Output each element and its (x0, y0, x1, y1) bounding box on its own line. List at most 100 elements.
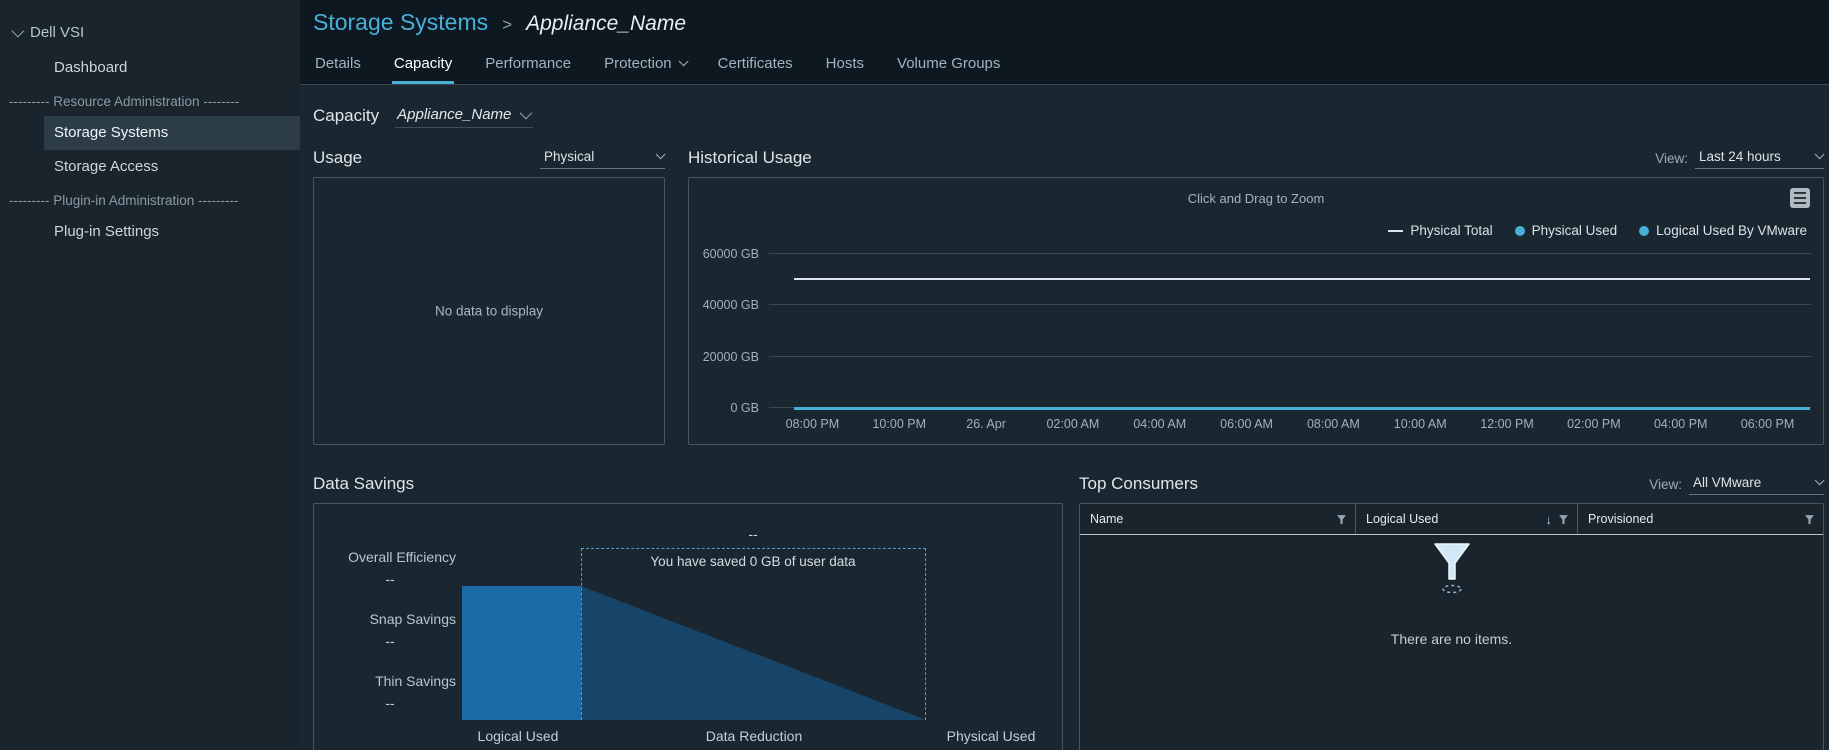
x-axis-tick-label: 08:00 PM (769, 417, 856, 433)
tab-details[interactable]: Details (313, 49, 363, 84)
x-axis-tick-label: 08:00 AM (1290, 417, 1377, 433)
legend-logical-used-by-vmware[interactable]: Logical Used By VMware (1639, 223, 1807, 238)
tab-hosts-label: Hosts (826, 55, 864, 72)
usage-mode-value: Physical (544, 149, 594, 164)
tab-protection-label: Protection (604, 55, 672, 72)
sidebar-section-resource-administration: --------- Resource Administration ------… (0, 85, 300, 116)
usage-mode-select[interactable]: Physical (540, 147, 665, 169)
capacity-header-row: Capacity Appliance_Name (313, 103, 1824, 129)
column-header-provisioned[interactable]: Provisioned (1578, 504, 1823, 534)
column-logical-used-label: Logical Used (1366, 512, 1438, 526)
column-provisioned-label: Provisioned (1588, 512, 1653, 526)
legend-label: Physical Total (1410, 223, 1492, 238)
chevron-down-icon (1815, 475, 1825, 485)
x-axis-tick-label: 26. Apr (943, 417, 1030, 433)
x-axis-tick-label: 04:00 AM (1116, 417, 1203, 433)
page-header: Storage Systems > Appliance_Name Details… (300, 0, 1829, 85)
chevron-down-icon (1815, 149, 1825, 159)
tab-hosts[interactable]: Hosts (824, 49, 866, 84)
sidebar-root-label: Dell VSI (30, 24, 84, 41)
tab-content: Capacity Appliance_Name Usage Physical (300, 85, 1829, 750)
data-savings-title: Data Savings (313, 474, 414, 494)
gridline (769, 356, 1811, 357)
gridline (769, 304, 1811, 305)
savings-funnel-rect (462, 586, 581, 720)
breadcrumb-storage-systems[interactable]: Storage Systems (313, 9, 488, 36)
table-empty-state: There are no items. (1080, 541, 1823, 647)
tab-capacity[interactable]: Capacity (392, 49, 454, 84)
tab-protection[interactable]: Protection (602, 49, 687, 84)
savings-label-data-reduction: Data Reduction (706, 728, 803, 744)
legend-label: Logical Used By VMware (1656, 223, 1807, 238)
sidebar-section-plugin-administration: --------- Plugin-in Administration -----… (0, 184, 300, 215)
tab-details-label: Details (315, 55, 361, 72)
usage-empty-text: No data to display (435, 304, 543, 319)
appliance-selector-value: Appliance_Name (397, 106, 511, 123)
table-body: There are no items. (1080, 535, 1823, 750)
metric-snap-savings-label: Snap Savings (324, 610, 456, 628)
chart-x-axis-labels: 08:00 PM10:00 PM26. Apr02:00 AM04:00 AM0… (769, 417, 1811, 433)
consumers-view-select[interactable]: All VMware (1689, 473, 1824, 495)
savings-highlight-value: -- (748, 526, 757, 542)
top-consumers-table: Name Logical Used ↓ (1079, 503, 1824, 750)
historical-view-value: Last 24 hours (1699, 149, 1781, 164)
savings-highlight-text: You have saved 0 GB of user data (650, 554, 855, 569)
x-axis-tick-label: 12:00 PM (1464, 417, 1551, 433)
appliance-selector[interactable]: Appliance_Name (395, 104, 533, 128)
historical-usage-chart[interactable]: Click and Drag to Zoom Physical Total Phy… (688, 177, 1824, 445)
data-savings-metrics: Overall Efficiency -- Snap Savings -- Th… (324, 548, 456, 734)
chevron-down-icon (656, 149, 666, 159)
sidebar-item-storage-access[interactable]: Storage Access (0, 150, 300, 184)
chart-zoom-hint: Click and Drag to Zoom (689, 191, 1823, 206)
chart-plot-area[interactable]: 0 GB20000 GB40000 GB60000 GB (699, 246, 1813, 408)
main-area: Storage Systems > Appliance_Name Details… (300, 0, 1829, 750)
sidebar-root-dell-vsi[interactable]: Dell VSI (0, 0, 300, 51)
x-axis-tick-label: 10:00 AM (1377, 417, 1464, 433)
tab-bar: Details Capacity Performance Protection … (313, 49, 1829, 84)
x-axis-tick-label: 06:00 AM (1203, 417, 1290, 433)
top-consumers-title: Top Consumers (1079, 474, 1198, 494)
column-header-logical-used[interactable]: Logical Used ↓ (1356, 504, 1578, 534)
legend-physical-used[interactable]: Physical Used (1515, 223, 1618, 238)
filter-icon[interactable] (1804, 514, 1815, 525)
legend-label: Physical Used (1532, 223, 1618, 238)
tab-performance[interactable]: Performance (483, 49, 573, 84)
tab-volume-groups-label: Volume Groups (897, 55, 1000, 72)
y-axis-tick-label: 40000 GB (699, 298, 759, 312)
tab-capacity-label: Capacity (394, 55, 452, 72)
no-items-text: There are no items. (1391, 631, 1512, 647)
tab-certificates[interactable]: Certificates (716, 49, 795, 84)
column-name-label: Name (1090, 512, 1123, 526)
x-axis-tick-label: 04:00 PM (1637, 417, 1724, 433)
metric-thin-savings-label: Thin Savings (324, 672, 456, 690)
x-axis-tick-label: 06:00 PM (1724, 417, 1811, 433)
capacity-section-title: Capacity (313, 106, 379, 126)
legend-physical-total[interactable]: Physical Total (1388, 223, 1492, 238)
series-line-logical-used-by-vmware (794, 407, 1810, 410)
data-savings-panel: Overall Efficiency -- Snap Savings -- Th… (313, 503, 1063, 750)
column-header-name[interactable]: Name (1080, 504, 1356, 534)
metric-overall-efficiency-label: Overall Efficiency (324, 548, 456, 566)
sidebar-item-storage-systems[interactable]: Storage Systems (44, 116, 300, 150)
sort-descending-icon[interactable]: ↓ (1546, 513, 1553, 526)
chart-menu-icon[interactable] (1790, 188, 1810, 208)
tab-volume-groups[interactable]: Volume Groups (895, 49, 1002, 84)
consumers-view-value: All VMware (1693, 475, 1761, 490)
savings-label-logical-used: Logical Used (478, 728, 559, 744)
filter-icon[interactable] (1558, 514, 1569, 525)
sidebar-item-plugin-settings[interactable]: Plug-in Settings (0, 215, 300, 249)
usage-section: Usage Physical No data to display (313, 143, 665, 445)
app-root: Dell VSI Dashboard --------- Resource Ad… (0, 0, 1829, 750)
savings-label-physical-used: Physical Used (947, 728, 1036, 744)
usage-title: Usage (313, 148, 362, 168)
filter-icon[interactable] (1336, 514, 1347, 525)
sidebar-item-dashboard[interactable]: Dashboard (0, 51, 300, 85)
top-consumers-section: Top Consumers View: All VMware (1079, 469, 1824, 750)
metric-overall-efficiency-value: -- (324, 570, 456, 588)
data-reduction-bracket (581, 548, 926, 720)
metric-thin-savings-value: -- (324, 694, 456, 712)
x-axis-tick-label: 10:00 PM (856, 417, 943, 433)
view-label: View: (1649, 477, 1682, 492)
historical-view-select[interactable]: Last 24 hours (1695, 147, 1824, 169)
legend-line-marker (1388, 230, 1403, 232)
